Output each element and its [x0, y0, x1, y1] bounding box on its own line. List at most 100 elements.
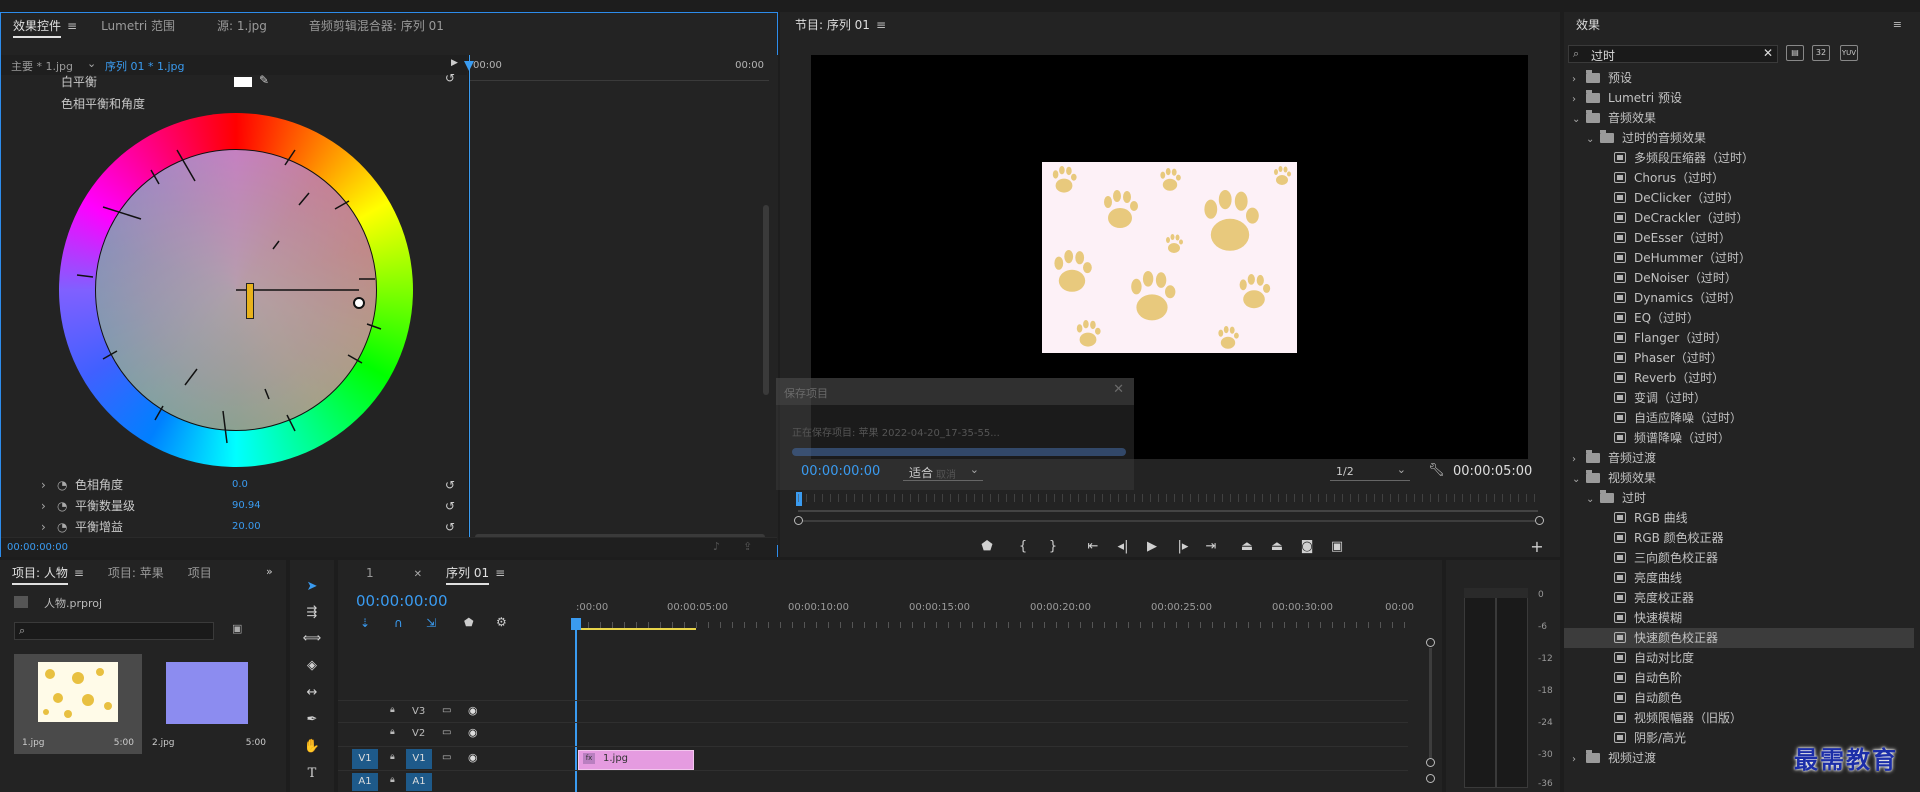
add-button-icon[interactable]: + [1526, 536, 1548, 558]
add-marker-icon[interactable]: ⬟ [464, 616, 474, 629]
panel-menu-icon[interactable]: ≡ [876, 18, 886, 32]
wrench-icon[interactable]: ⚙ [496, 615, 507, 629]
mark-out-icon[interactable]: } [1042, 536, 1064, 558]
sequence-clip-label[interactable]: 序列 01 * 1.jpg [105, 58, 185, 74]
zoom-bar[interactable] [803, 520, 1535, 522]
ec-timecode[interactable]: 00:00:00:00 [7, 542, 68, 553]
sync-lock-icon[interactable]: ▭ [442, 752, 451, 763]
slip-tool-icon[interactable]: ↔ [301, 682, 323, 704]
pen-tool-icon[interactable]: ✒ [301, 709, 323, 731]
property-row-balance-gain[interactable]: › ◔ 平衡增益 20.00 ↺ [41, 517, 461, 537]
effects-item[interactable]: 自动色阶 [1564, 668, 1914, 688]
ec-vscrollbar[interactable] [763, 205, 769, 395]
effects-item[interactable]: 三向颜色校正器 [1564, 548, 1914, 568]
timeline-playhead-handle[interactable] [571, 618, 581, 630]
tab-audio-clip-mixer[interactable]: 音频剪辑混合器: 序列 01 [297, 13, 456, 39]
balance-angle-handle[interactable] [246, 283, 254, 319]
close-icon[interactable]: ✕ [1113, 382, 1124, 397]
panel-menu-icon[interactable]: ≡ [495, 566, 505, 580]
chevron-right-icon[interactable]: › [1572, 450, 1586, 470]
effects-item[interactable]: DeNoiser（过时） [1564, 268, 1914, 288]
magnet-icon[interactable]: ∩ [394, 616, 403, 630]
track-select-tool-icon[interactable]: ⇶ [301, 602, 323, 624]
go-to-in-icon[interactable]: ⇤ [1082, 536, 1104, 558]
effects-folder[interactable]: › 音频过渡 [1564, 448, 1914, 468]
camera-icon[interactable]: ◙ [1296, 536, 1318, 558]
lock-icon[interactable]: 🔒︎ [390, 752, 395, 762]
panel-menu-icon[interactable]: ≡ [74, 566, 84, 580]
resolution-dropdown[interactable]: 1/2 ⌄ [1330, 463, 1410, 481]
effects-folder[interactable]: › 预设 [1564, 68, 1914, 88]
source-patch-v1[interactable]: V1 [352, 749, 378, 769]
effects-item[interactable]: 快速颜色校正器 [1564, 628, 1914, 648]
effects-item[interactable]: Chorus（过时） [1564, 168, 1914, 188]
timeline-vscroll[interactable] [1429, 648, 1432, 758]
lock-icon[interactable]: 🔒︎ [390, 705, 395, 715]
zoom-handle-right[interactable] [1535, 516, 1544, 525]
compare-view-icon[interactable]: ▣ [1326, 536, 1348, 558]
ripple-edit-tool-icon[interactable]: ⟺ [301, 628, 323, 650]
fit-dropdown[interactable]: 适合 ⌄ [903, 463, 983, 481]
chevron-right-icon[interactable]: › [41, 475, 46, 495]
hand-tool-icon[interactable]: ✋ [301, 736, 323, 758]
play-icon[interactable]: ▶ [1141, 536, 1163, 558]
ec-playhead-handle[interactable] [464, 61, 474, 71]
extract-icon[interactable]: ⏏ [1266, 536, 1288, 558]
timeline-vscroll-handle[interactable] [1426, 758, 1435, 767]
type-tool-icon[interactable]: T [301, 763, 323, 785]
timeline-clip[interactable]: fx 1.jpg [578, 750, 694, 770]
close-icon[interactable]: ✕ [414, 569, 422, 580]
tab-effect-controls[interactable]: 效果控件 ≡ [1, 13, 89, 39]
32bit-effects-icon[interactable]: 32 [1812, 45, 1830, 61]
lock-icon[interactable]: 🔒︎ [390, 775, 395, 785]
chevron-down-icon[interactable]: ⌄ [1586, 490, 1600, 510]
effects-item[interactable]: 自动颜色 [1564, 688, 1914, 708]
timeline-timecode[interactable]: 00:00:00:00 [356, 592, 448, 610]
yuv-effects-icon[interactable]: YUV [1840, 45, 1858, 61]
snap-icon[interactable]: ⇣ [360, 616, 370, 630]
project-search-input[interactable]: ⌕ [14, 622, 214, 640]
reset-icon[interactable]: ↺ [445, 475, 455, 495]
effects-folder[interactable]: ⌄ 过时 [1564, 488, 1914, 508]
play-triangle-icon[interactable]: ▶ [451, 58, 458, 68]
effects-folder[interactable]: ⌄ 视频效果 [1564, 468, 1914, 488]
chevron-down-icon[interactable]: ⌄ [87, 57, 96, 70]
chevron-right-icon[interactable]: › [1572, 70, 1586, 90]
eye-icon[interactable]: ◉ [468, 726, 478, 739]
track-v3[interactable]: 🔒︎ V3 ▭ ◉ [338, 702, 574, 722]
property-value[interactable]: 0.0 [232, 475, 248, 495]
selection-tool-icon[interactable]: ➤ [301, 576, 323, 598]
effects-item[interactable]: 快速模糊 [1564, 608, 1914, 628]
chevron-down-icon[interactable]: ⌄ [1572, 470, 1586, 490]
eyedropper-icon[interactable]: ✎ [259, 73, 269, 87]
new-bin-icon[interactable]: ▣ [232, 622, 242, 635]
effects-item[interactable]: DeCrackler（过时） [1564, 208, 1914, 228]
track-target-v1[interactable]: V1 [406, 749, 432, 769]
ec-playhead[interactable] [469, 55, 470, 545]
wrench-icon[interactable]: 🔧︎ [1428, 463, 1445, 478]
effects-item[interactable]: 自动对比度 [1564, 648, 1914, 668]
reset-icon[interactable]: ↺ [445, 71, 455, 85]
add-marker-icon[interactable]: ⬟ [976, 536, 998, 558]
tab-project-apple[interactable]: 项目: 苹果 [96, 560, 176, 586]
chevron-right-icon[interactable]: › [1572, 90, 1586, 110]
more-panels-icon[interactable]: » [266, 565, 273, 578]
effects-search-box[interactable]: ⌕ 过时 ✕ [1568, 45, 1778, 63]
timeline-playhead[interactable] [575, 620, 577, 792]
effects-item[interactable]: RGB 颜色校正器 [1564, 528, 1914, 548]
chevron-down-icon[interactable]: ⌄ [1586, 130, 1600, 150]
effects-item[interactable]: Phaser（过时） [1564, 348, 1914, 368]
step-back-icon[interactable]: ◂| [1112, 536, 1134, 558]
lock-icon[interactable]: 🔒︎ [390, 727, 395, 737]
accelerated-effects-icon[interactable]: ▤ [1786, 45, 1804, 61]
project-item-1[interactable]: 1.jpg 5:00 [14, 654, 142, 754]
program-scrubber[interactable] [798, 510, 1538, 512]
panel-menu-icon[interactable]: ≡ [67, 19, 77, 33]
effects-item[interactable]: DeHummer（过时） [1564, 248, 1914, 268]
effects-item[interactable]: DeClicker（过时） [1564, 188, 1914, 208]
linked-selection-icon[interactable]: ⇲ [426, 616, 436, 630]
chevron-right-icon[interactable]: › [1572, 750, 1586, 770]
eye-icon[interactable]: ◉ [468, 704, 478, 717]
balance-magnitude-handle[interactable] [353, 297, 365, 309]
effects-folder[interactable]: › Lumetri 预设 [1564, 88, 1914, 108]
